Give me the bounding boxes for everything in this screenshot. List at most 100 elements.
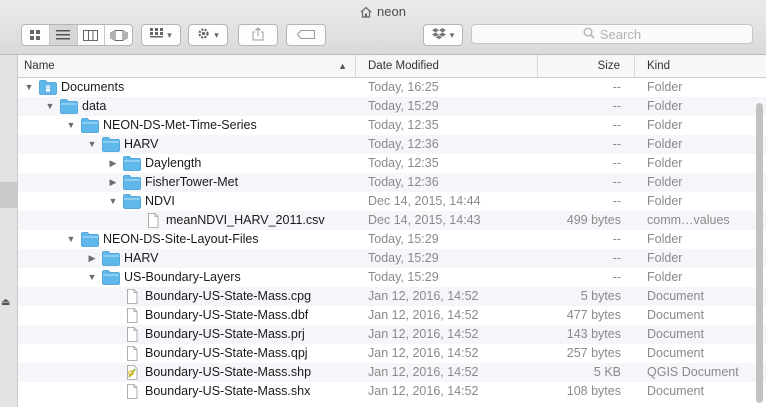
file-kind: Folder — [647, 251, 683, 265]
file-kind: Folder — [647, 80, 683, 94]
file-kind: QGIS Document — [647, 365, 739, 379]
qgis-file-icon — [123, 365, 141, 380]
list-row[interactable]: ▼ NDVI Dec 14, 2015, 14:44 -- Folder — [18, 192, 766, 211]
list-row[interactable]: Boundary-US-State-Mass.cpg Jan 12, 2016, … — [18, 287, 766, 306]
file-name: NEON-DS-Met-Time-Series — [103, 118, 257, 132]
date-modified: Today, 12:35 — [368, 156, 439, 170]
date-modified: Jan 12, 2016, 14:52 — [368, 346, 479, 360]
file-name: Boundary-US-State-Mass.prj — [145, 327, 305, 341]
disclosure-open-icon[interactable]: ▼ — [65, 230, 77, 249]
file-size: -- — [612, 175, 621, 189]
list-row[interactable]: Boundary-US-State-Mass.shp Jan 12, 2016, … — [18, 363, 766, 382]
date-modified: Today, 15:29 — [368, 270, 439, 284]
folder-icon — [81, 232, 99, 247]
edit-tags-button[interactable] — [286, 24, 326, 46]
list-view-icon[interactable] — [49, 25, 78, 45]
share-icon — [252, 26, 264, 44]
date-modified: Today, 12:36 — [368, 137, 439, 151]
list-header: Name ▲ Date Modified Size Kind — [18, 55, 766, 78]
sidebar-selected-item[interactable] — [0, 182, 17, 208]
list-row[interactable]: ▼ data Today, 15:29 -- Folder — [18, 97, 766, 116]
list-row[interactable]: ▼ HARV Today, 12:36 -- Folder — [18, 135, 766, 154]
file-name: HARV — [124, 137, 159, 151]
file-name: Daylength — [145, 156, 202, 170]
file-name: meanNDVI_HARV_2011.csv — [166, 213, 325, 227]
list-row[interactable]: ▶ FisherTower-Met Today, 12:36 -- Folder — [18, 173, 766, 192]
file-icon — [123, 346, 141, 361]
file-kind: Document — [647, 308, 704, 322]
list-row[interactable]: Boundary-US-State-Mass.dbf Jan 12, 2016, … — [18, 306, 766, 325]
date-modified: Jan 12, 2016, 14:52 — [368, 289, 479, 303]
icon-view-icon[interactable] — [22, 25, 50, 45]
folder-icon — [81, 118, 99, 133]
view-switcher[interactable] — [21, 24, 133, 46]
dropbox-button[interactable]: ▾ — [423, 24, 463, 46]
file-kind: Folder — [647, 156, 683, 170]
coverflow-view-icon[interactable] — [105, 25, 132, 45]
column-header-size[interactable]: Size — [538, 55, 635, 77]
list-row[interactable]: ▼ NEON-DS-Met-Time-Series Today, 12:35 -- Fo… — [18, 116, 766, 135]
file-kind: Folder — [647, 137, 683, 151]
file-size: 499 bytes — [566, 213, 621, 227]
home-icon — [360, 6, 372, 21]
date-modified: Today, 15:29 — [368, 251, 439, 265]
disclosure-open-icon[interactable]: ▼ — [107, 192, 119, 211]
file-kind: Folder — [647, 99, 683, 113]
column-view-icon[interactable] — [78, 25, 106, 45]
arrange-button[interactable]: ▾ — [141, 24, 181, 46]
window-title-text: neon — [377, 4, 406, 19]
file-kind: Folder — [647, 232, 683, 246]
vertical-scrollbar[interactable] — [756, 103, 763, 403]
eject-icon[interactable]: ⏏ — [1, 297, 10, 308]
column-header-kind[interactable]: Kind — [635, 55, 766, 77]
list-row[interactable]: Boundary-US-State-Mass.qpj Jan 12, 2016, … — [18, 344, 766, 363]
disclosure-open-icon[interactable]: ▼ — [86, 268, 98, 287]
search-field[interactable]: Search — [471, 24, 753, 44]
action-button[interactable]: ▾ — [188, 24, 228, 46]
file-icon — [123, 308, 141, 323]
sidebar[interactable]: ⏏ — [0, 55, 18, 407]
file-size: -- — [612, 232, 621, 246]
disclosure-open-icon[interactable]: ▼ — [86, 135, 98, 154]
date-modified: Dec 14, 2015, 14:44 — [368, 194, 481, 208]
file-icon — [123, 327, 141, 342]
file-name: FisherTower-Met — [145, 175, 239, 189]
arrange-grid-icon — [150, 28, 164, 42]
list-row[interactable]: ▶ HARV Today, 15:29 -- Folder — [18, 249, 766, 268]
list-row[interactable]: Boundary-US-State-Mass.shx Jan 12, 2016, … — [18, 382, 766, 401]
search-icon — [583, 27, 595, 42]
file-name: Boundary-US-State-Mass.cpg — [145, 289, 312, 303]
column-header-kind-label: Kind — [647, 60, 671, 72]
date-modified: Today, 15:29 — [368, 232, 439, 246]
file-size: -- — [612, 137, 621, 151]
disclosure-closed-icon[interactable]: ▶ — [107, 154, 119, 173]
disclosure-open-icon[interactable]: ▼ — [65, 116, 77, 135]
list-row[interactable]: ▶ Daylength Today, 12:35 -- Folder — [18, 154, 766, 173]
folder-icon — [60, 99, 78, 114]
date-modified: Jan 12, 2016, 14:52 — [368, 384, 479, 398]
folder-icon — [102, 137, 120, 152]
chevron-down-icon: ▾ — [214, 29, 219, 40]
gear-icon — [197, 27, 210, 43]
column-header-name-label: Name — [24, 60, 55, 72]
disclosure-closed-icon[interactable]: ▶ — [107, 173, 119, 192]
file-rows: ▼ Documents Today, 16:25 -- Folder ▼ data Today… — [18, 78, 766, 401]
disclosure-open-icon[interactable]: ▼ — [44, 97, 56, 116]
file-name: Boundary-US-State-Mass.shx — [145, 384, 311, 398]
list-row[interactable]: ▼ Documents Today, 16:25 -- Folder — [18, 78, 766, 97]
list-row[interactable]: Boundary-US-State-Mass.prj Jan 12, 2016, … — [18, 325, 766, 344]
list-row[interactable]: ▼ US-Boundary-Layers Today, 15:29 -- Folder — [18, 268, 766, 287]
list-row[interactable]: meanNDVI_HARV_2011.csv Dec 14, 2015, 14:4… — [18, 211, 766, 230]
date-modified: Jan 12, 2016, 14:52 — [368, 327, 479, 341]
disclosure-closed-icon[interactable]: ▶ — [86, 249, 98, 268]
column-header-date[interactable]: Date Modified — [356, 55, 538, 77]
search-placeholder: Search — [599, 26, 642, 42]
file-size: 108 bytes — [566, 384, 621, 398]
list-row[interactable]: ▼ NEON-DS-Site-Layout-Files Today, 15:29 --… — [18, 230, 766, 249]
date-modified: Dec 14, 2015, 14:43 — [368, 213, 481, 227]
date-modified: Today, 12:35 — [368, 118, 439, 132]
disclosure-open-icon[interactable]: ▼ — [23, 78, 35, 97]
file-name: NEON-DS-Site-Layout-Files — [103, 232, 259, 246]
column-header-name[interactable]: Name ▲ — [18, 55, 356, 77]
share-button[interactable] — [238, 24, 278, 46]
